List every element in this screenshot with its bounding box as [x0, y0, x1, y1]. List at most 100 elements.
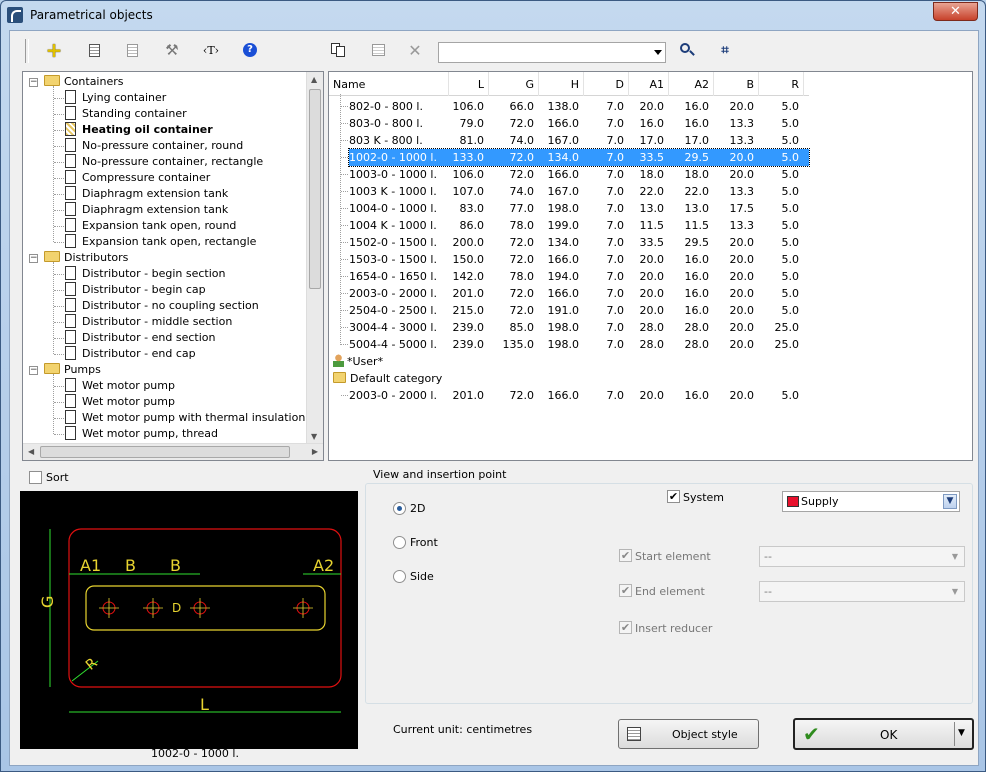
table-row[interactable]: 1502-0 - 1500 l. 200.0 72.0 134.0 7.0 33.5 29.…: [349, 234, 809, 251]
add-object-button[interactable]: +: [40, 37, 68, 63]
tree-item[interactable]: Standing container: [65, 106, 187, 122]
end-element-checkbox[interactable]: ✔: [619, 584, 632, 597]
copy-button[interactable]: [324, 37, 352, 63]
start-element-select[interactable]: -- ▼: [759, 546, 965, 567]
chevron-down-icon[interactable]: ▼: [958, 728, 965, 738]
insert-reducer-checkbox[interactable]: ✔: [619, 621, 632, 634]
tree-item[interactable]: Expansion tank open, round: [65, 218, 236, 234]
object-style-button[interactable]: Object style: [618, 719, 759, 749]
value-cell: 81.0: [459, 134, 485, 147]
tree-item[interactable]: Distributor - end cap: [65, 346, 196, 362]
tree-item[interactable]: Distributor - begin cap: [65, 282, 206, 298]
tree-item[interactable]: Distributor - begin section: [65, 266, 226, 282]
column-header[interactable]: R: [759, 72, 804, 96]
tree-item[interactable]: Wet motor pump with thermal insulation: [65, 410, 305, 426]
edit-object-button[interactable]: [80, 37, 108, 63]
table-row[interactable]: 2003-0 - 2000 l. 201.0 72.0 166.0 7.0 20.0 16.…: [349, 285, 809, 302]
text-tag-button[interactable]: ‹T›: [197, 37, 225, 63]
radio-2d[interactable]: [393, 502, 406, 515]
end-element-select[interactable]: -- ▼: [759, 581, 965, 602]
radio-side[interactable]: [393, 570, 406, 583]
tree-item[interactable]: Expansion tank open, rectangle: [65, 234, 256, 250]
tree-connector: [54, 306, 64, 307]
start-element-label: Start element: [635, 550, 711, 563]
column-header[interactable]: A2: [669, 72, 714, 96]
tree-item[interactable]: Diaphragm extension tank: [65, 186, 228, 202]
objects-grid[interactable]: Name L G H D A1 A2 B R 802-0 - 800 l. 106.0 66.0 13…: [328, 71, 973, 461]
column-header[interactable]: B: [714, 72, 759, 96]
tree-item[interactable]: Compressure container: [65, 170, 210, 186]
tree-item[interactable]: Diaphragm extension tank: [65, 202, 228, 218]
help-button[interactable]: ?: [236, 37, 264, 63]
user-category-row[interactable]: *User*: [333, 353, 383, 370]
tree-category[interactable]: Distributors: [44, 250, 128, 266]
properties-button[interactable]: [118, 37, 146, 63]
tree-item[interactable]: Distributor - no coupling section: [65, 298, 259, 314]
table-row[interactable]: 1002-0 - 1000 l. 133.0 72.0 134.0 7.0 33.5 29.…: [348, 148, 810, 167]
scroll-right-icon[interactable]: ▶: [312, 447, 318, 456]
column-header[interactable]: G: [489, 72, 539, 96]
tree-item[interactable]: Lying container: [65, 90, 166, 106]
chevron-down-icon[interactable]: ▼: [943, 494, 957, 509]
scroll-down-icon[interactable]: ▼: [311, 432, 317, 441]
table-row[interactable]: 1004-0 - 1000 l. 83.0 77.0 198.0 7.0 13.0 13.0…: [349, 200, 809, 217]
system-select[interactable]: Supply ▼: [782, 491, 960, 512]
default-category-row[interactable]: Default category: [333, 370, 442, 387]
table-row[interactable]: 803 K - 800 l. 81.0 74.0 167.0 7.0 17.0 17.0 13…: [349, 132, 809, 149]
paste-button[interactable]: [364, 37, 392, 63]
ok-button[interactable]: ✔ OK ▼: [793, 718, 974, 750]
scroll-left-icon[interactable]: ◀: [28, 447, 34, 456]
tools-button[interactable]: ⚒: [158, 37, 186, 63]
table-row[interactable]: 1004 K - 1000 l. 86.0 78.0 199.0 7.0 11.5 11.5…: [349, 217, 809, 234]
dialog-client: + ⚒ ‹T› ? ✕ ⌗ − Containers Lying container…: [9, 30, 979, 766]
table-row[interactable]: 3004-4 - 3000 l. 239.0 85.0 198.0 7.0 28.0 28.…: [349, 319, 809, 336]
table-row[interactable]: 802-0 - 800 l. 106.0 66.0 138.0 7.0 20.0 16.0 2…: [349, 98, 809, 115]
tree-item[interactable]: Wet motor pump: [65, 378, 175, 394]
collapse-toggle[interactable]: −: [29, 78, 38, 87]
tree-vertical-scrollbar[interactable]: ▲ ▼: [306, 72, 323, 444]
filter-combo[interactable]: [438, 42, 666, 63]
window-title: Parametrical objects: [30, 8, 153, 22]
table-row[interactable]: 5004-4 - 5000 l. 239.0 135.0 198.0 7.0 28.0 28…: [349, 336, 809, 353]
search-icon: [680, 43, 695, 57]
table-row[interactable]: 1003 K - 1000 l. 107.0 74.0 167.0 7.0 22.0 22.…: [349, 183, 809, 200]
table-row[interactable]: 1654-0 - 1650 l. 142.0 78.0 194.0 7.0 20.0 16.…: [349, 268, 809, 285]
tree-horizontal-scrollbar[interactable]: ◀ ▶: [23, 443, 323, 460]
table-row[interactable]: 2003-0 - 2000 l. 201.0 72.0 166.0 7.0 20.0 16.…: [349, 387, 809, 404]
table-row[interactable]: 2504-0 - 2500 l. 215.0 72.0 191.0 7.0 20.0 16.…: [349, 302, 809, 319]
tree-item[interactable]: No-pressure container, round: [65, 138, 243, 154]
sort-checkbox[interactable]: [29, 471, 42, 484]
start-element-checkbox[interactable]: ✔: [619, 549, 632, 562]
collapse-toggle[interactable]: −: [29, 254, 38, 263]
scroll-thumb[interactable]: [40, 446, 290, 458]
column-header[interactable]: H: [539, 72, 584, 96]
column-header[interactable]: Name: [329, 72, 449, 96]
name-cell: 1002-0 - 1000 l.: [349, 151, 437, 164]
radio-front[interactable]: [393, 536, 406, 549]
advanced-search-button[interactable]: ⌗: [711, 37, 739, 63]
close-button[interactable]: ✕: [933, 2, 978, 21]
value-cell: 239.0: [452, 338, 485, 351]
column-header[interactable]: L: [449, 72, 489, 96]
tree-item[interactable]: Distributor - end section: [65, 330, 215, 346]
collapse-toggle[interactable]: −: [29, 366, 38, 375]
tree-item[interactable]: Wet motor pump: [65, 394, 175, 410]
system-checkbox[interactable]: ✔: [667, 490, 680, 503]
delete-button[interactable]: ✕: [401, 37, 429, 63]
tree-category[interactable]: Containers: [44, 74, 124, 90]
scroll-up-icon[interactable]: ▲: [311, 75, 317, 84]
column-header[interactable]: D: [584, 72, 629, 96]
column-header[interactable]: A1: [629, 72, 669, 96]
tree-item[interactable]: Heating oil container: [65, 122, 213, 138]
value-cell: 20.0: [729, 168, 755, 181]
table-row[interactable]: 803-0 - 800 l. 79.0 72.0 166.0 7.0 16.0 16.0 13…: [349, 115, 809, 132]
search-button[interactable]: [673, 37, 701, 63]
tree-connector: [54, 418, 64, 419]
category-tree[interactable]: − Containers Lying container Standing conta…: [22, 71, 324, 461]
tree-item[interactable]: No-pressure container, rectangle: [65, 154, 263, 170]
scroll-thumb[interactable]: [309, 89, 321, 289]
tree-item[interactable]: Distributor - middle section: [65, 314, 232, 330]
tree-item[interactable]: Wet motor pump, thread: [65, 426, 218, 442]
table-row[interactable]: 1003-0 - 1000 l. 106.0 72.0 166.0 7.0 18.0 18.…: [349, 166, 809, 183]
table-row[interactable]: 1503-0 - 1500 l. 150.0 72.0 166.0 7.0 20.0 16.…: [349, 251, 809, 268]
